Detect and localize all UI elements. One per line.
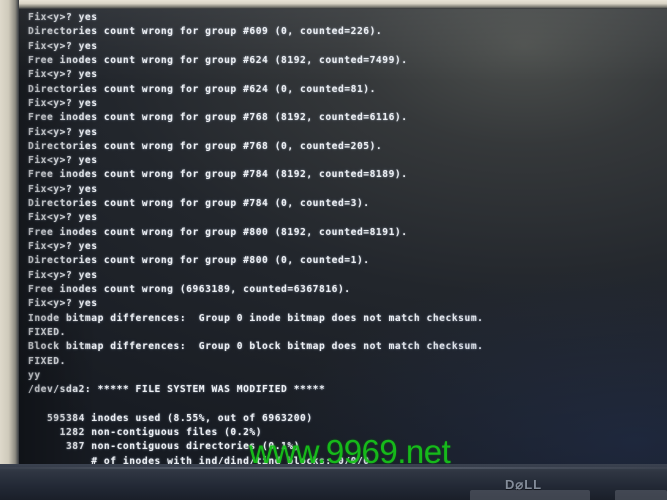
terminal-line: Fix<y>? yes [28,97,98,109]
terminal-line: Free inodes count wrong for group #800 (… [28,226,408,238]
terminal-line: Free inodes count wrong (6963189, counte… [28,283,351,295]
terminal-line: Directories count wrong for group #768 (… [28,140,383,152]
terminal-line: Fix<y>? yes [28,40,98,52]
terminal-output[interactable]: Fix<y>? yes Directories count wrong for g… [19,9,667,464]
monitor-bezel-bottom: D⌀LL [0,464,667,500]
terminal-line: yy [28,369,41,381]
terminal-line: 387 non-contiguous directories (0.1%) [28,441,301,453]
terminal-line: Free inodes count wrong for group #624 (… [28,54,408,66]
terminal-line: Free inodes count wrong for group #768 (… [28,112,408,124]
bezel-highlight [0,467,667,469]
terminal-line: FIXED. [28,326,66,338]
terminal-line: Fix<y>? yes [28,69,98,81]
terminal-line: Block bitmap differences: Group 0 block … [28,341,484,353]
terminal-line: Fix<y>? yes [28,12,98,23]
keyboard-edge-left [470,490,590,500]
terminal-line: Directories count wrong for group #609 (… [28,26,383,38]
terminal-line: Fix<y>? yes [28,212,98,224]
terminal-line: Directories count wrong for group #624 (… [28,83,376,95]
terminal-line: 595384 inodes used (8.55%, out of 696320… [28,412,313,424]
terminal-line: Fix<y>? yes [28,183,98,195]
monitor-bezel-top [0,0,667,9]
terminal-line: FIXED. [28,355,66,367]
terminal-line: Fix<y>? yes [28,155,98,167]
monitor-bezel-left [0,0,19,484]
terminal-line: Directories count wrong for group #800 (… [28,255,370,267]
terminal-line: Inode bitmap differences: Group 0 inode … [28,312,484,324]
terminal-line: Directories count wrong for group #784 (… [28,198,370,210]
photo-of-monitor: Fix<y>? yes Directories count wrong for g… [0,0,667,500]
monitor-screen: Fix<y>? yes Directories count wrong for g… [19,9,667,464]
terminal-line: /dev/sda2: ***** FILE SYSTEM WAS MODIFIE… [28,384,326,396]
keyboard-edge-right [615,490,667,500]
terminal-line: Fix<y>? yes [28,241,98,252]
terminal-line: Fix<y>? yes [28,298,98,310]
terminal-line: 1282 non-contiguous files (0.2%) [28,427,263,439]
terminal-line: Free inodes count wrong for group #784 (… [28,169,408,181]
terminal-line: # of inodes with ind/dind/tind blocks: 0… [28,455,370,464]
terminal-line: Fix<y>? yes [28,269,98,281]
terminal-line: Fix<y>? yes [28,126,98,138]
